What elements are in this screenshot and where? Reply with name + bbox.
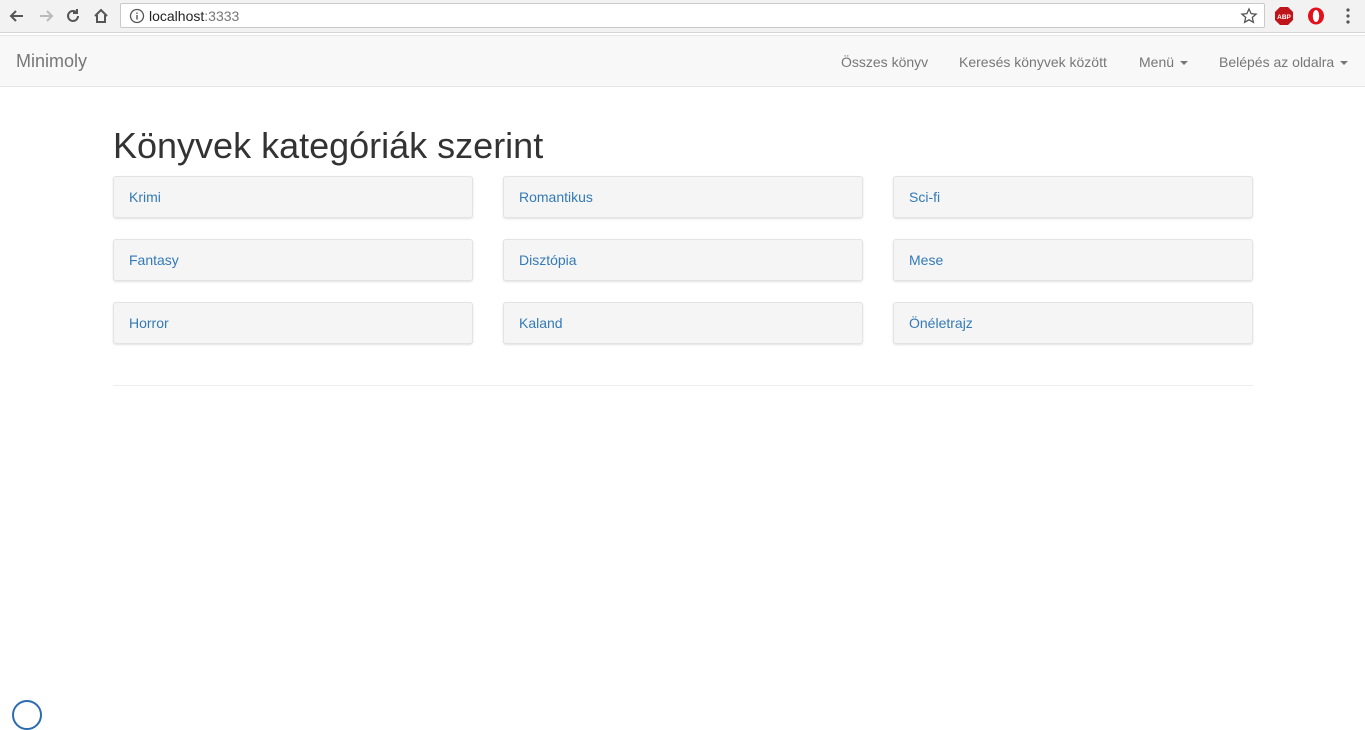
category-card[interactable]: Önéletrajz [893,302,1253,344]
caret-down-icon [1340,61,1349,66]
opera-icon[interactable] [1306,6,1326,26]
category-link-kaland[interactable]: Kaland [519,315,563,331]
floating-badge-icon[interactable] [12,700,42,730]
divider [113,385,1253,386]
category-link-krimi[interactable]: Krimi [129,189,161,205]
forward-icon[interactable] [35,5,57,27]
category-link-mese[interactable]: Mese [909,252,943,268]
category-link-disztopia[interactable]: Disztópia [519,252,577,268]
page-title: Könyvek kategóriák szerint [113,125,544,166]
address-bar[interactable]: localhost:3333 [120,3,1265,28]
info-icon[interactable] [129,8,145,24]
nav-menu-dropdown[interactable]: Menü [1139,52,1189,72]
category-link-sci-fi[interactable]: Sci-fi [909,189,940,205]
reload-icon[interactable] [62,5,84,27]
nav-login-label: Belépés az oldalra [1219,54,1335,70]
category-card[interactable]: Kaland [503,302,863,344]
nav-menu-label: Menü [1139,54,1175,70]
adblock-icon[interactable]: ABP [1274,6,1294,26]
category-link-horror[interactable]: Horror [129,315,169,331]
nav-search-books[interactable]: Keresés könyvek között [959,52,1107,72]
category-card[interactable]: Horror [113,302,473,344]
home-icon[interactable] [90,5,112,27]
nav-all-books[interactable]: Összes könyv [841,52,928,72]
category-card[interactable]: Sci-fi [893,176,1253,218]
url-host: localhost [149,8,205,24]
category-card[interactable]: Fantasy [113,239,473,281]
category-link-romantikus[interactable]: Romantikus [519,189,593,205]
url-text: localhost:3333 [149,8,239,24]
url-port: :3333 [204,8,240,24]
category-link-oneletrajz[interactable]: Önéletrajz [909,315,973,331]
brand-link[interactable]: Minimoly [16,51,87,71]
category-card[interactable]: Romantikus [503,176,863,218]
browser-toolbar: localhost:3333 ABP [0,0,1365,33]
bookmark-star-icon[interactable] [1240,7,1258,25]
category-link-fantasy[interactable]: Fantasy [129,252,179,268]
category-card[interactable]: Krimi [113,176,473,218]
category-card[interactable]: Disztópia [503,239,863,281]
navbar: Minimoly Összes könyv Keresés könyvek kö… [0,35,1365,87]
adblock-label: ABP [1277,14,1291,21]
nav-login-dropdown[interactable]: Belépés az oldalra [1219,52,1349,72]
back-icon[interactable] [6,5,28,27]
category-card[interactable]: Mese [893,239,1253,281]
caret-down-icon [1180,61,1189,66]
browser-menu-icon[interactable] [1338,6,1358,26]
